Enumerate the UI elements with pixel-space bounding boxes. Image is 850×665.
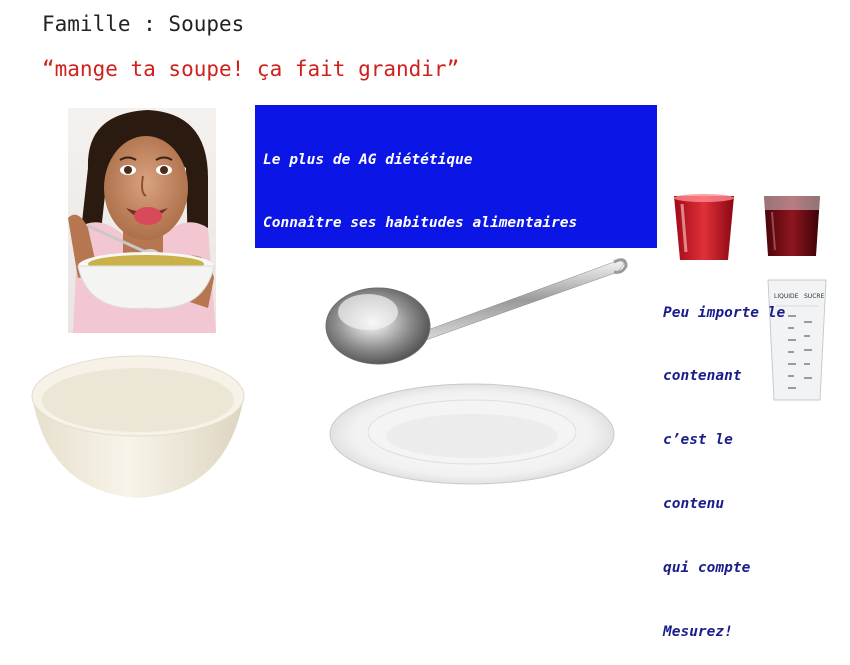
- page-title: Famille : Soupes: [42, 12, 245, 36]
- measure-line: qui compte: [663, 560, 751, 577]
- cup-label-sucre: SUCRE: [804, 293, 825, 300]
- measure-note: Peu importe le contenant c’est le conten…: [663, 260, 785, 665]
- tip-box: Le plus de AG diététique Connaître ses h…: [255, 105, 657, 487]
- bowl-image: [31, 355, 245, 498]
- measure-line: c’est le: [663, 432, 733, 449]
- measure-line: Peu importe le: [663, 304, 786, 321]
- child-eating-soup-image: [68, 108, 216, 333]
- tip-heading: Le plus de AG diététique: [263, 151, 473, 168]
- soup-plate-image: [329, 383, 615, 485]
- ladle-image: [325, 258, 628, 365]
- measure-line: Mesurez!: [663, 624, 733, 641]
- wine-glass-image: [764, 196, 820, 256]
- red-glass-image: [674, 194, 734, 260]
- measure-line: contenu: [663, 496, 725, 513]
- slogan-text: “mange ta soupe! ça fait grandir”: [42, 57, 460, 81]
- tip-line: Connaître ses habitudes alimentaires: [263, 215, 578, 232]
- measure-line: contenant: [663, 368, 742, 385]
